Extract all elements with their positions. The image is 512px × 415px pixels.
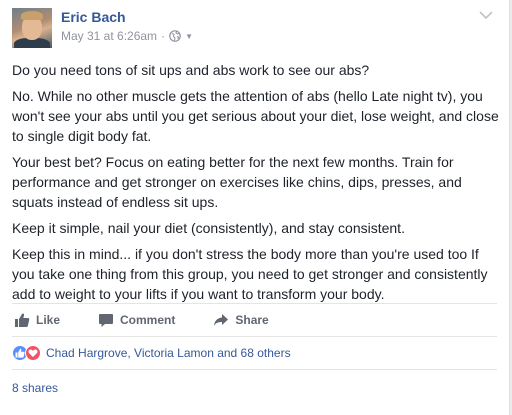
post-actions: Like Comment Share <box>12 303 497 336</box>
shares-row: 8 shares <box>12 369 497 406</box>
like-label: Like <box>36 313 61 327</box>
post-paragraph: Keep this in mind... if you don't stress… <box>12 246 488 302</box>
thumbs-up-icon <box>15 313 30 327</box>
reaction-icons[interactable] <box>12 345 41 361</box>
comment-button[interactable]: Comment <box>96 312 175 328</box>
post-card: Eric Bach May 31 at 6:26am · ▼ Do you ne… <box>0 0 510 415</box>
post-paragraph: Your best bet? Focus on eating better fo… <box>12 154 462 210</box>
share-arrow-icon <box>214 314 229 326</box>
author-name[interactable]: Eric Bach <box>61 9 126 25</box>
reactions-text[interactable]: Chad Hargrove, Victoria Lamon and 68 oth… <box>46 346 291 360</box>
comment-label: Comment <box>120 313 176 327</box>
post-meta: May 31 at 6:26am · ▼ <box>61 29 193 43</box>
post-paragraph: Do you need tons of sit ups and abs work… <box>12 62 370 78</box>
share-label: Share <box>235 313 269 327</box>
author-avatar[interactable] <box>12 8 52 48</box>
post-body: Do you need tons of sit ups and abs work… <box>12 60 502 310</box>
reactions-summary: Chad Hargrove, Victoria Lamon and 68 oth… <box>12 336 497 369</box>
privacy-caret-icon[interactable]: ▼ <box>185 32 193 41</box>
love-reaction-icon[interactable] <box>25 345 41 361</box>
share-button[interactable]: Share <box>211 312 269 328</box>
meta-separator: · <box>161 29 166 43</box>
comment-icon <box>99 314 114 327</box>
shares-count[interactable]: 8 shares <box>12 381 58 395</box>
like-button[interactable]: Like <box>12 312 60 328</box>
post-timestamp[interactable]: May 31 at 6:26am <box>61 29 157 43</box>
post-paragraph: Keep it simple, nail your diet (consiste… <box>12 220 405 236</box>
post-header: Eric Bach May 31 at 6:26am · ▼ <box>12 8 497 50</box>
chevron-down-icon[interactable] <box>479 10 493 20</box>
globe-icon[interactable] <box>169 30 181 42</box>
post-paragraph: No. While no other muscle gets the atten… <box>12 88 499 144</box>
